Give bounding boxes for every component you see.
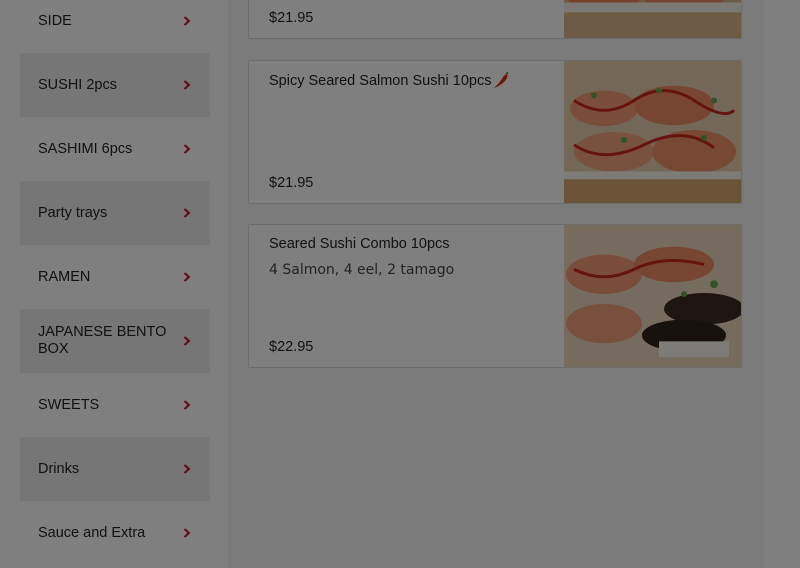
category-sauce-and-extra[interactable]: Sauce and Extra [20,501,210,565]
menu-item-card[interactable]: Spicy Seared Salmon Sushi 10pcs $21.95 [248,60,742,204]
page-gutter [762,0,800,568]
category-label: RAMEN [38,268,91,285]
category-sidebar: SIDE SUSHI 2pcs SASHIMI 6pcs Party trays… [0,0,228,568]
chevron-right-icon [180,270,194,284]
category-label: Drinks [38,460,80,477]
chevron-right-icon [180,462,194,476]
category-label: SIDE [38,12,72,29]
menu-item-card[interactable]: Seared Sushi Combo 10pcs 4 Salmon, 4 eel… [248,224,742,368]
menu-item-card[interactable]: $21.95 [248,0,742,39]
chevron-right-icon [180,398,194,412]
item-price: $21.95 [269,10,314,26]
seared-salmon-sushi-photo [564,61,741,203]
category-drinks[interactable]: Drinks [20,437,210,501]
category-japanese-bento-box[interactable]: JAPANESE BENTO BOX [20,309,210,373]
category-sweets[interactable]: SWEETS [20,373,210,437]
category-ramen[interactable]: RAMEN [20,245,210,309]
menu-items-panel: $21.95 Spicy Seared Salmon Sushi 10pcs $… [228,0,762,568]
item-price: $21.95 [269,175,314,191]
item-price: $22.95 [269,339,314,355]
chili-pepper-icon [494,72,509,88]
category-sashimi-6pcs[interactable]: SASHIMI 6pcs [20,117,210,181]
chevron-right-icon [180,206,194,220]
category-label: Sauce and Extra [38,524,146,541]
chevron-right-icon [180,334,194,348]
item-description: 4 Salmon, 4 eel, 2 tamago [269,262,455,278]
chevron-right-icon [180,526,194,540]
chevron-right-icon [180,78,194,92]
item-name: Seared Sushi Combo 10pcs [269,236,450,252]
chevron-right-icon [180,14,194,28]
category-party-trays[interactable]: Party trays [20,181,210,245]
category-label: SUSHI 2pcs [38,76,117,93]
category-label: SWEETS [38,396,100,413]
chevron-right-icon [180,142,194,156]
category-sushi-2pcs[interactable]: SUSHI 2pcs [20,53,210,117]
sushi-photo [564,0,741,38]
category-label: JAPANESE BENTO BOX [38,324,167,357]
category-label: SASHIMI 6pcs [38,140,133,157]
category-label: Party trays [38,204,108,221]
seared-sushi-combo-photo [564,225,741,367]
category-side[interactable]: SIDE [20,0,210,53]
item-name: Spicy Seared Salmon Sushi 10pcs [269,72,510,90]
item-name-text: Spicy Seared Salmon Sushi 10pcs [269,73,492,89]
